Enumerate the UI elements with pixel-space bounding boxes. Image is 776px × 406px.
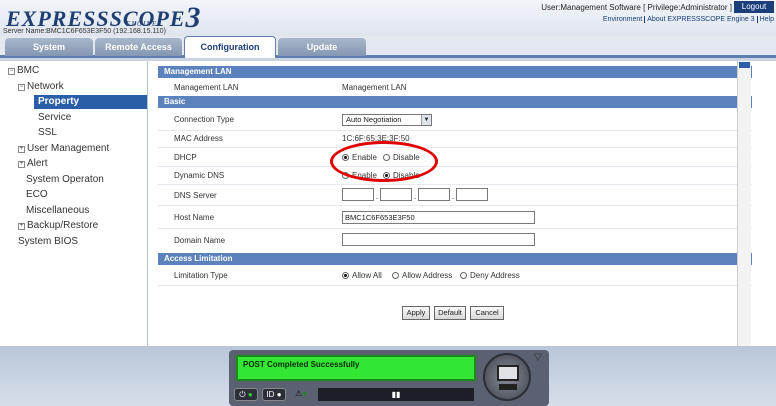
about-link[interactable]: About EXPRESSSCOPE Engine 3	[644, 16, 757, 23]
collapse-icon[interactable]: −	[8, 68, 15, 75]
tree-item-user-management[interactable]: + User Management	[18, 143, 109, 154]
logo-number: 3	[185, 1, 202, 34]
power-led-icon: ●	[247, 390, 253, 399]
section-header-basic: Basic	[158, 96, 752, 108]
vertical-scrollbar[interactable]	[737, 61, 751, 346]
help-link[interactable]: Help	[756, 16, 776, 23]
row-divider	[158, 205, 752, 206]
apply-button[interactable]: Apply	[402, 306, 430, 320]
remote-console-button[interactable]	[483, 353, 531, 401]
radio-unselected-icon	[392, 272, 399, 279]
header-bar: EXPRESSSCOPE3 ENGINE User:Management Sof…	[0, 0, 776, 36]
tree-item-property[interactable]: Property	[34, 95, 147, 109]
dynamic-dns-label: Dynamic DNS	[174, 171, 225, 180]
dropdown-arrow-icon: ▼	[421, 115, 431, 125]
default-button[interactable]: Default	[434, 306, 466, 320]
collapse-icon[interactable]: −	[18, 84, 25, 91]
lower-status-bar: ▮▮	[318, 388, 474, 401]
dns-separator: .	[376, 192, 379, 201]
tree-item-miscellaneous[interactable]: Miscellaneous	[26, 205, 89, 216]
dns-octet-4-input[interactable]	[456, 188, 488, 201]
tree-item-network[interactable]: − Network	[18, 81, 64, 92]
monitor-icon	[497, 365, 519, 381]
cancel-button[interactable]: Cancel	[470, 306, 504, 320]
row-divider	[158, 184, 752, 185]
top-links: Environment About EXPRESSSCOPE Engine 3 He…	[601, 16, 776, 23]
pause-icon: ▮▮	[391, 390, 401, 399]
section-header-access-limitation: Access Limitation	[158, 253, 752, 265]
tree-item-alert[interactable]: + Alert	[18, 158, 48, 169]
logout-button[interactable]: Logout	[734, 1, 774, 13]
keyboard-icon	[499, 384, 517, 390]
tree-item-backup-restore[interactable]: + Backup/Restore	[18, 220, 98, 231]
dhcp-label: DHCP	[174, 153, 197, 162]
main-panel: Management LAN Management LAN Management…	[147, 61, 776, 346]
allow-address-radio[interactable]: Allow Address	[392, 271, 452, 280]
row-divider	[158, 147, 752, 148]
tree-item-system-operation[interactable]: System Operaton	[26, 174, 104, 185]
highlight-annotation	[330, 141, 438, 182]
scroll-thumb[interactable]	[739, 62, 750, 68]
connection-type-label: Connection Type	[174, 115, 234, 124]
tree-item-service[interactable]: Service	[38, 112, 71, 123]
alert-indicator: ⚠●	[290, 388, 312, 401]
dns-octet-3-input[interactable]	[418, 188, 450, 201]
limitation-type-label: Limitation Type	[174, 271, 228, 280]
management-lan-label: Management LAN	[174, 83, 239, 92]
connection-type-value: Auto Negotiation	[346, 115, 402, 124]
allow-all-radio[interactable]: Allow All	[342, 271, 382, 280]
expand-icon[interactable]: +	[18, 146, 25, 153]
expand-icon[interactable]: +	[18, 161, 25, 168]
dns-separator: .	[414, 192, 417, 201]
host-name-input[interactable]: BMC1C6F653E3F50	[342, 211, 535, 224]
section-header-management-lan: Management LAN	[158, 66, 752, 78]
sidebar-tree: − BMC − Network Property Service SSL + User…	[0, 61, 147, 346]
status-led-icon: ●	[302, 389, 307, 398]
domain-name-label: Domain Name	[174, 236, 226, 245]
tree-item-eco[interactable]: ECO	[26, 189, 48, 200]
power-button[interactable]: ⏻ ●	[234, 388, 258, 401]
mac-address-label: MAC Address	[174, 134, 223, 143]
environment-link[interactable]: Environment	[601, 16, 644, 23]
expand-icon[interactable]: +	[18, 223, 25, 230]
dns-octet-1-input[interactable]	[342, 188, 374, 201]
domain-name-input[interactable]	[342, 233, 535, 246]
deny-address-radio[interactable]: Deny Address	[460, 271, 520, 280]
row-divider	[158, 285, 752, 286]
server-name: Server Name:BMC1C6F653E3F50 (192.168.15.…	[3, 28, 166, 35]
dns-separator: .	[452, 192, 455, 201]
tab-system[interactable]: System	[5, 38, 93, 56]
tab-remote-access[interactable]: Remote Access	[95, 38, 182, 56]
row-divider	[158, 228, 752, 229]
tree-item-bmc[interactable]: − BMC	[8, 65, 39, 76]
row-divider	[158, 130, 752, 131]
property-form: Management LAN Management LAN Management…	[158, 61, 752, 346]
post-status-message: POST Completed Successfully	[236, 355, 476, 381]
tab-bar: System Remote Access Configuration Updat…	[0, 36, 776, 58]
row-divider	[158, 166, 752, 167]
connection-type-select[interactable]: Auto Negotiation ▼	[342, 114, 432, 126]
radio-unselected-icon	[460, 272, 467, 279]
collapse-arrow-icon[interactable]: ▽	[534, 352, 542, 363]
dns-server-label: DNS Server	[174, 191, 217, 200]
tab-update[interactable]: Update	[278, 38, 366, 56]
management-lan-value: Management LAN	[342, 83, 407, 92]
host-name-label: Host Name	[174, 213, 215, 222]
id-led-icon: ●	[276, 390, 282, 399]
id-button[interactable]: ID ●	[262, 388, 286, 401]
dns-octet-2-input[interactable]	[380, 188, 412, 201]
power-icon: ⏻	[239, 390, 246, 399]
user-info: User:Management Software [ Privilege:Adm…	[541, 3, 732, 12]
tab-configuration[interactable]: Configuration	[184, 36, 276, 58]
tree-item-ssl[interactable]: SSL	[38, 127, 57, 138]
logo-subtitle: ENGINE	[126, 20, 158, 28]
tree-item-system-bios[interactable]: System BIOS	[18, 236, 78, 247]
radio-selected-icon	[342, 272, 349, 279]
